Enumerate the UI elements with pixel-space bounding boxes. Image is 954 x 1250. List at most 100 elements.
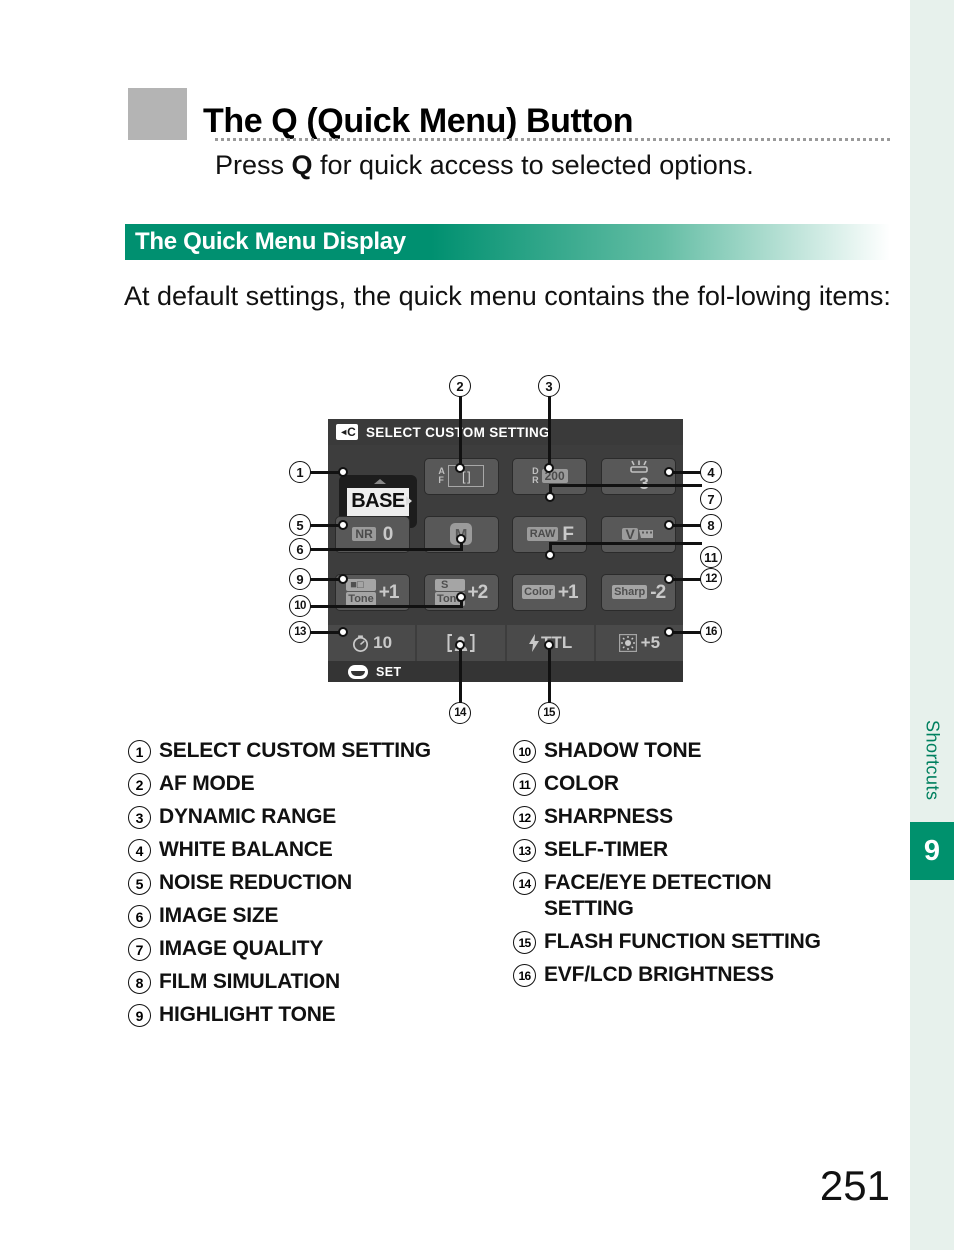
- legend-number: 14: [513, 872, 536, 895]
- legend-label: IMAGE SIZE: [159, 904, 279, 927]
- legend-number: 13: [513, 839, 536, 862]
- legend-label-line2: SETTING: [544, 897, 634, 920]
- list-item: 5 NOISE REDUCTION: [128, 870, 513, 896]
- callout-8: 8: [700, 514, 722, 536]
- page-header: The Q (Quick Menu) Button Press Q for qu…: [128, 88, 890, 180]
- leader-dot-4: [664, 467, 674, 477]
- legend-number: 4: [128, 839, 151, 862]
- leader-dot-16: [664, 627, 674, 637]
- legend-number: 10: [513, 740, 536, 763]
- list-item: 10 SHADOW TONE: [513, 738, 898, 764]
- leader-dot-15: [544, 640, 554, 650]
- chapter-name-label: Shortcuts: [910, 700, 954, 820]
- legend-label: SHARPNESS: [544, 805, 673, 828]
- list-item: 12 SHARPNESS: [513, 804, 898, 830]
- list-item: 16 EVF/LCD BRIGHTNESS: [513, 962, 898, 988]
- list-item: 7 IMAGE QUALITY: [128, 936, 513, 962]
- quick-menu-figure: ◄ C SELECT CUSTOM SETTING BASE A F [] D…: [0, 372, 910, 732]
- legend-number: 2: [128, 773, 151, 796]
- list-item: 1 SELECT CUSTOM SETTING: [128, 738, 513, 764]
- figure-callouts: 2 3 1 4 7 5 8 6 11 9 12 10 13 16 14 15: [0, 372, 910, 732]
- thumb-index-strip: [910, 0, 954, 1250]
- list-item: 4 WHITE BALANCE: [128, 837, 513, 863]
- legend-number: 15: [513, 931, 536, 954]
- leader-15: [548, 644, 551, 705]
- callout-14: 14: [449, 702, 471, 724]
- leader-dot-13: [338, 627, 348, 637]
- callout-4: 4: [700, 461, 722, 483]
- legend-number: 6: [128, 905, 151, 928]
- legend-label: HIGHLIGHT TONE: [159, 1003, 336, 1026]
- list-item: 15 FLASH FUNCTION SETTING: [513, 929, 898, 955]
- leader-dot-14: [455, 640, 465, 650]
- leader-dot-8: [664, 520, 674, 530]
- section-intro-text: At default settings, the quick menu cont…: [124, 281, 891, 311]
- legend-label: COLOR: [544, 772, 619, 795]
- section-title: The Quick Menu Display: [135, 228, 406, 255]
- leader-dot-9: [338, 574, 348, 584]
- callout-12: 12: [700, 568, 722, 590]
- callout-16: 16: [700, 621, 722, 643]
- callout-10: 10: [289, 595, 311, 617]
- page-title-row: The Q (Quick Menu) Button: [128, 88, 890, 140]
- list-item: 3 DYNAMIC RANGE: [128, 804, 513, 830]
- legend-label-line1: FACE/EYE DETECTION: [544, 871, 772, 894]
- callout-15: 15: [538, 702, 560, 724]
- legend-label: SHADOW TONE: [544, 739, 702, 762]
- legend-label: IMAGE QUALITY: [159, 937, 324, 960]
- leader-dot-2: [455, 463, 465, 473]
- page-title: The Q (Quick Menu) Button: [203, 102, 634, 140]
- title-marker-square: [128, 88, 187, 140]
- legend-label: SELF-TIMER: [544, 838, 668, 861]
- legend-label: NOISE REDUCTION: [159, 871, 353, 894]
- legend-column-left: 1 SELECT CUSTOM SETTING 2 AF MODE 3 DYNA…: [128, 738, 513, 1035]
- legend-label: DYNAMIC RANGE: [159, 805, 337, 828]
- legend-number: 16: [513, 964, 536, 987]
- callout-11: 11: [700, 546, 722, 568]
- chapter-name-text: Shortcuts: [922, 719, 943, 801]
- legend-number: 11: [513, 773, 536, 796]
- legend-number: 5: [128, 872, 151, 895]
- leader-dot-10: [456, 592, 466, 602]
- legend-label: FLASH FUNCTION SETTING: [544, 930, 821, 953]
- legend-label: FACE/EYE DETECTION SETTING: [544, 870, 772, 922]
- subtitle-suffix: for quick access to selected options.: [312, 150, 754, 180]
- list-item: 14 FACE/EYE DETECTION SETTING: [513, 870, 898, 922]
- leader-11-h: [549, 542, 702, 545]
- callout-7: 7: [700, 488, 722, 510]
- legend-number: 3: [128, 806, 151, 829]
- legend-column-right: 10 SHADOW TONE 11 COLOR 12 SHARPNESS 13 …: [513, 738, 898, 1035]
- title-dotted-rule: [215, 138, 890, 141]
- list-item: 8 FILM SIMULATION: [128, 969, 513, 995]
- leader-dot-12: [664, 574, 674, 584]
- list-item: 9 HIGHLIGHT TONE: [128, 1002, 513, 1028]
- leader-3: [548, 394, 551, 470]
- leader-dot-3: [544, 463, 554, 473]
- legend-label: FILM SIMULATION: [159, 970, 340, 993]
- leader-dot-11: [545, 550, 555, 560]
- legend-number: 9: [128, 1004, 151, 1027]
- page-number: 251: [819, 1162, 890, 1209]
- legend-number: 1: [128, 740, 151, 763]
- leader-2: [459, 394, 462, 470]
- callout-5: 5: [289, 514, 311, 536]
- legend-label: SELECT CUSTOM SETTING: [159, 739, 431, 762]
- section-heading-bar: The Quick Menu Display: [125, 224, 890, 260]
- leader-dot-6: [456, 534, 466, 544]
- leader-dot-7: [545, 492, 555, 502]
- chapter-number-badge: 9: [910, 822, 954, 880]
- callout-1: 1: [289, 461, 311, 483]
- callout-3: 3: [538, 375, 560, 397]
- leader-dot-1: [338, 467, 348, 477]
- list-item: 11 COLOR: [513, 771, 898, 797]
- callout-9: 9: [289, 568, 311, 590]
- leader-10-h: [310, 605, 463, 608]
- legend-label: EVF/LCD BRIGHTNESS: [544, 963, 774, 986]
- subtitle-q-key: Q: [291, 150, 313, 180]
- list-item: 2 AF MODE: [128, 771, 513, 797]
- subtitle-prefix: Press: [215, 150, 292, 180]
- leader-6-h: [310, 548, 463, 551]
- callout-6: 6: [289, 538, 311, 560]
- list-item: 6 IMAGE SIZE: [128, 903, 513, 929]
- leader-14: [459, 644, 462, 705]
